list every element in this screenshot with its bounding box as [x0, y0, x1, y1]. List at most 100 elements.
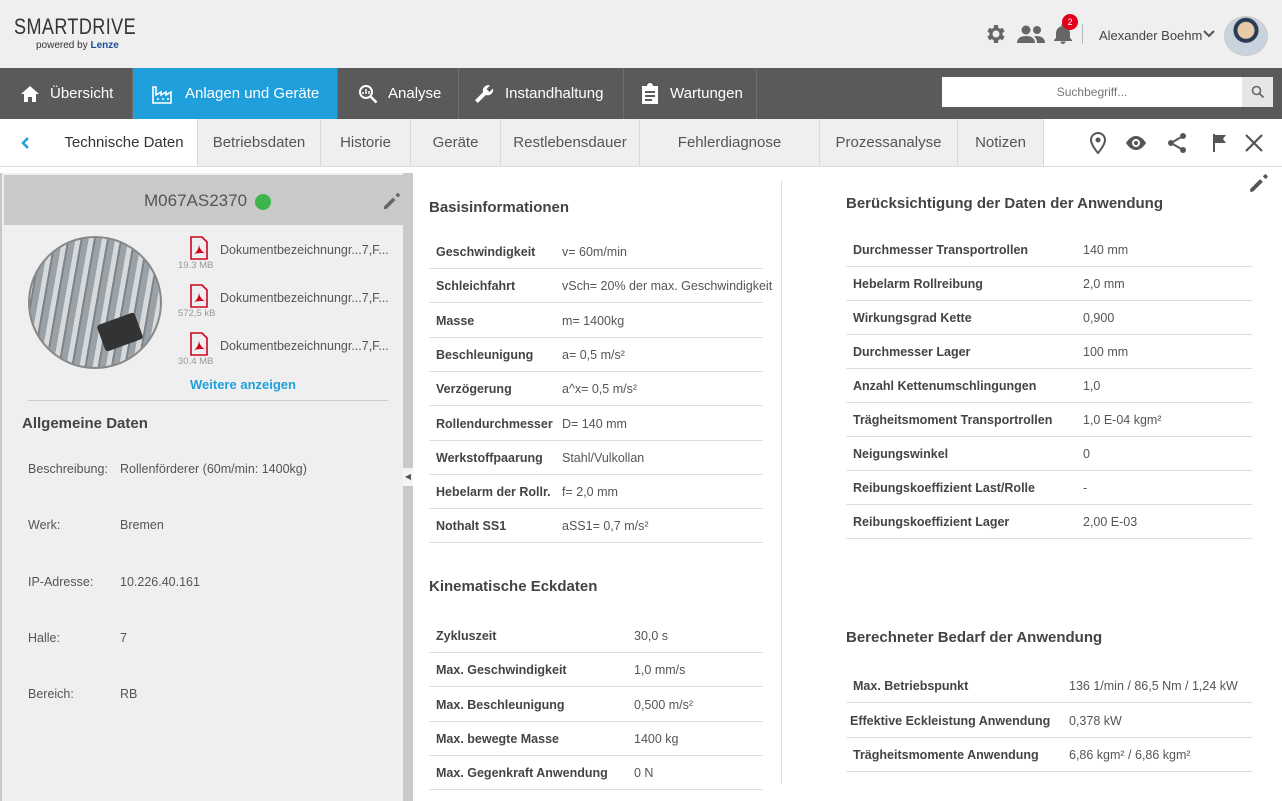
nav-label: Instandhaltung	[505, 85, 604, 102]
tab-technische-daten[interactable]: Technische Daten	[51, 119, 198, 166]
document-item[interactable]: Dokumentbezeichnungr...7,F... 572,5 kB	[178, 284, 398, 324]
edit-pencil-icon[interactable]	[382, 191, 402, 211]
general-value: 7	[120, 631, 127, 645]
nav-label: Übersicht	[50, 85, 114, 102]
row-value: 30,0 s	[634, 629, 669, 643]
location-pin-icon[interactable]	[1086, 131, 1110, 155]
document-item[interactable]: Dokumentbezeichnungr...7,F... 19.3 MB	[178, 236, 398, 276]
app-header: SMARTDRIVE powered by Lenze 2 Alexander …	[0, 0, 1282, 68]
row-label: Effektive Eckleistung Anwendung	[850, 713, 1051, 728]
header-divider	[1082, 24, 1083, 44]
row-value: vSch= 20% der max. Geschwindigkeit	[562, 279, 773, 294]
data-row: Max. Geschwindigkeit 1,0 mm/s	[429, 653, 763, 688]
nav-item-wartungen[interactable]: Wartungen	[624, 68, 757, 119]
general-label: IP-Adresse:	[28, 575, 94, 589]
tab-notizen[interactable]: Notizen	[958, 119, 1044, 166]
nav-label: Anlagen und Geräte	[185, 85, 320, 102]
column-divider	[781, 181, 782, 784]
nav-item-analyse[interactable]: Analyse	[338, 68, 459, 119]
nav-item-uebersicht[interactable]: Übersicht	[0, 68, 133, 119]
nav-label: Analyse	[388, 85, 442, 102]
document-name: Dokumentbezeichnungr...7,F...	[220, 243, 389, 257]
factory-icon	[152, 85, 172, 104]
row-label: Max. Betriebspunkt	[853, 679, 969, 693]
chevron-left-icon	[21, 137, 29, 149]
brand-subtitle: powered by Lenze	[36, 40, 119, 51]
data-row: Durchmesser Lager 100 mm	[846, 335, 1252, 369]
row-value: v= 60m/min	[562, 245, 627, 259]
row-label: Masse	[436, 313, 475, 328]
data-row: Nothalt SS1 aSS1= 0,7 m/s²	[429, 509, 763, 544]
sidebar-collapse-bar[interactable]	[403, 173, 413, 801]
document-name: Dokumentbezeichnungr...7,F...	[220, 339, 389, 353]
row-value: 136 1/min / 86,5 Nm / 1,24 kW	[1069, 679, 1238, 693]
row-value: 2,0 mm	[1083, 277, 1125, 291]
general-label: Bereich:	[28, 687, 74, 701]
gear-icon[interactable]	[983, 22, 1007, 46]
row-label: Reibungskoeffizient Lager	[853, 515, 1010, 529]
data-row: Effektive Eckleistung Anwendung 0,378 kW	[846, 704, 1252, 738]
document-size: 572,5 kB	[178, 308, 216, 319]
tab-geraete[interactable]: Geräte	[411, 119, 501, 166]
nav-label: Wartungen	[670, 85, 743, 102]
row-value: Stahl/Vulkollan	[562, 450, 645, 465]
data-row: Zykluszeit 30,0 s	[429, 619, 763, 653]
device-image	[28, 236, 162, 369]
pdf-icon	[190, 236, 208, 260]
general-label: Halle:	[28, 631, 60, 645]
tab-bar: Technische Daten Betriebsdaten Historie …	[0, 119, 1282, 167]
tab-historie[interactable]: Historie	[321, 119, 411, 166]
tab-betriebsdaten[interactable]: Betriebsdaten	[198, 119, 321, 166]
share-icon[interactable]	[1165, 131, 1189, 155]
flag-icon[interactable]	[1208, 131, 1232, 155]
row-value: 140 mm	[1083, 243, 1129, 257]
document-item[interactable]: Dokumentbezeichnungr...7,F... 30.4 MB	[178, 332, 398, 372]
row-value: 1,0	[1083, 379, 1101, 393]
row-value: 0	[1083, 447, 1090, 461]
document-size: 30.4 MB	[178, 356, 214, 367]
row-label: Durchmesser Lager	[853, 345, 971, 359]
brand-logo[interactable]: SMARTDRIVE powered by Lenze	[14, 14, 163, 51]
chevron-down-icon[interactable]	[1201, 26, 1217, 42]
eye-icon[interactable]	[1124, 131, 1148, 155]
data-row: Neigungswinkel 0	[846, 437, 1252, 471]
row-value: 1,0 E-04 kgm²	[1083, 413, 1162, 427]
data-row: Reibungskoeffizient Lager 2,00 E-03	[846, 505, 1252, 539]
row-value: 0 N	[634, 766, 654, 781]
collapse-arrow-icon[interactable]: ◀	[403, 468, 413, 486]
row-value: 0,378 kW	[1069, 713, 1122, 728]
row-label: Nothalt SS1	[436, 519, 507, 534]
user-name[interactable]: Alexander Boehm	[1099, 28, 1202, 43]
row-label: Max. bewegte Masse	[436, 731, 559, 746]
device-title: M067AS2370	[144, 191, 248, 210]
back-button[interactable]	[0, 119, 50, 167]
show-more-link[interactable]: Weitere anzeigen	[190, 377, 296, 392]
data-row: Geschwindigkeit v= 60m/min	[429, 235, 763, 269]
tab-prozessanalyse[interactable]: Prozessanalyse	[820, 119, 958, 166]
general-value: Bremen	[120, 518, 164, 532]
row-label: Geschwindigkeit	[436, 245, 536, 259]
data-row: Trägheitsmomente Anwendung 6,86 kgm² / 6,…	[846, 738, 1252, 772]
edit-pencil-icon[interactable]	[1248, 172, 1270, 194]
nav-item-instandhaltung[interactable]: Instandhaltung	[459, 68, 624, 119]
user-avatar[interactable]	[1224, 16, 1268, 56]
device-sidebar: M067AS2370 Dokumentbezeichnungr...7,F...…	[0, 173, 405, 801]
general-label: Werk:	[28, 518, 61, 532]
search-input[interactable]	[942, 77, 1242, 107]
row-label: Zykluszeit	[436, 629, 497, 643]
brand-powered: powered by	[36, 40, 88, 51]
row-label: Anzahl Kettenumschlingungen	[853, 379, 1037, 393]
divider	[28, 400, 388, 401]
row-value: m= 1400kg	[562, 313, 625, 328]
row-label: Verzögerung	[436, 382, 512, 397]
users-icon[interactable]	[1016, 22, 1046, 46]
nav-item-anlagen[interactable]: Anlagen und Geräte	[133, 68, 338, 119]
tab-fehlerdiagnose[interactable]: Fehlerdiagnose	[640, 119, 820, 166]
close-icon[interactable]	[1242, 131, 1266, 155]
row-value: D= 140 mm	[562, 416, 627, 431]
general-data-title: Allgemeine Daten	[22, 415, 148, 432]
row-value: 100 mm	[1083, 345, 1129, 359]
tab-restlebensdauer[interactable]: Restlebensdauer	[501, 119, 640, 166]
data-row: Hebelarm der Rollr. f= 2,0 mm	[429, 475, 763, 510]
search-button[interactable]	[1242, 77, 1273, 107]
